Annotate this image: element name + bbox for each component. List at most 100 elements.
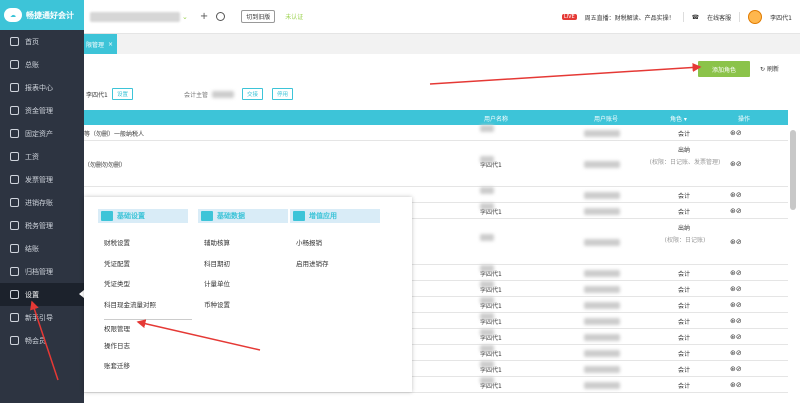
inventory-icon (10, 198, 19, 207)
row-role: 会计 (677, 367, 690, 374)
popup-menu-item[interactable]: 科目期初 (204, 258, 230, 268)
tab-strip: 限管理 × (84, 34, 800, 54)
disable-icon[interactable]: ⊘ (736, 317, 742, 325)
logo-cloud-icon: ☁ (4, 8, 22, 22)
disable-icon[interactable]: ⊘ (736, 365, 742, 373)
live-announcement[interactable]: 周五直播：财税解读、产品实操！ (585, 13, 675, 22)
plus-icon[interactable]: + (200, 11, 208, 22)
sidebar-item-asset[interactable]: 固定资产 (0, 122, 84, 145)
disable-icon[interactable]: ⊘ (736, 301, 742, 309)
disable-icon[interactable]: ⊘ (736, 191, 742, 199)
table-row: 等（勿删）一般纳税人 会计 ⊛⊘ (84, 125, 788, 141)
app-logo[interactable]: ☁ 畅捷通好会计 (0, 0, 84, 30)
divider (739, 12, 741, 22)
user-account-redacted (584, 270, 620, 277)
popup-menu-item[interactable]: 凭证配置 (104, 258, 130, 268)
row-actions: ⊛⊘ (730, 317, 750, 325)
sidebar-item-label: 畅会员 (25, 336, 46, 345)
table-row: （勿删勿勿删） 李四代1 出纳 (权限：日记账、发票管理) ⊛⊘ (84, 141, 788, 187)
user-account-redacted (584, 350, 620, 357)
sidebar-item-label: 进销存账 (25, 198, 53, 207)
row-actions: ⊛⊘ (730, 160, 750, 168)
user-name-redacted (480, 377, 494, 384)
disable-icon[interactable]: ⊘ (736, 129, 742, 137)
sidebar-item-gear[interactable]: 设置 (0, 283, 84, 306)
set-button[interactable]: 设置 (112, 88, 134, 100)
verification-status[interactable]: 未认证 (285, 12, 303, 21)
close-icon (10, 244, 19, 253)
settings-gear-icon[interactable] (216, 12, 226, 21)
avatar[interactable] (748, 10, 763, 24)
row-actions: ⊛⊘ (730, 381, 750, 389)
sidebar-item-ledger[interactable]: 总账 (0, 53, 84, 76)
settings-popup-menu: 基础设置财税设置凭证配置凭证类型科目现金流量对照权限管理操作日志账套迁移 基础数据… (84, 197, 412, 392)
popup-menu-item[interactable]: 财税设置 (104, 237, 130, 247)
section-title: 基础设置 (117, 212, 145, 220)
sidebar-item-salary[interactable]: 工资 (0, 145, 84, 168)
col-role-label: 角色 (670, 116, 683, 123)
sidebar-item-fund[interactable]: 资金管理 (0, 99, 84, 122)
sidebar-item-invoice[interactable]: 发票管理 (0, 168, 84, 191)
disable-icon[interactable]: ⊘ (736, 381, 742, 389)
popup-menu-item[interactable]: 凭证类型 (104, 278, 130, 288)
sidebar-item-inventory[interactable]: 进销存账 (0, 191, 84, 214)
sidebar-item-label: 新手引导 (25, 313, 53, 322)
sidebar-item-archive[interactable]: 归档管理 (0, 260, 84, 283)
popup-menu-item[interactable]: 启用进销存 (296, 258, 329, 268)
row-actions: ⊛⊘ (730, 285, 750, 293)
popup-menu-item[interactable]: 科目现金流量对照 (104, 299, 156, 309)
vertical-scrollbar[interactable] (790, 130, 796, 210)
handover-button[interactable]: 交接 (242, 88, 264, 100)
company-selector[interactable] (90, 11, 180, 22)
sidebar-item-vip[interactable]: 畅会员 (0, 329, 84, 352)
user-name-redacted (480, 281, 494, 288)
admin-name: 李四代1 (86, 92, 108, 99)
salary-icon (10, 152, 19, 161)
row-actions: ⊛⊘ (730, 365, 750, 373)
sidebar-item-label: 总账 (25, 60, 39, 69)
user-name-redacted (480, 187, 494, 194)
popup-menu-item[interactable]: 计量单位 (204, 278, 230, 288)
row-role: 会计 (677, 209, 690, 216)
disable-icon[interactable]: ⊘ (736, 160, 742, 168)
refresh-button[interactable]: ↻ 刷新 (760, 64, 779, 73)
asset-icon (10, 129, 19, 138)
user-name-redacted (480, 234, 494, 241)
disable-icon[interactable]: ⊘ (736, 269, 742, 277)
popup-menu-item[interactable]: 币种设置 (204, 299, 230, 309)
table-header: 用户名称 用户账号 角色 ▾ 操作 (84, 110, 788, 125)
disable-icon[interactable]: ⊘ (736, 238, 742, 246)
col-user-name: 用户名称 (484, 116, 509, 123)
sidebar-item-home[interactable]: 首页 (0, 30, 84, 53)
sidebar-item-tax[interactable]: 税务管理 (0, 214, 84, 237)
tab-permission-management[interactable]: 限管理 × (84, 34, 118, 54)
disable-icon[interactable]: ⊘ (736, 333, 742, 341)
online-support-link[interactable]: 在线客服 (707, 13, 731, 22)
popup-menu-item[interactable]: 权限管理 (104, 319, 192, 333)
popup-menu-item[interactable]: 操作日志 (104, 340, 130, 350)
popup-menu-item[interactable]: 账套迁移 (104, 360, 130, 370)
divider (682, 12, 684, 22)
switch-old-version-button[interactable]: 切到旧版 (241, 10, 276, 23)
user-name-redacted (480, 265, 494, 272)
user-name[interactable]: 李四代1 (770, 13, 792, 22)
disable-icon[interactable]: ⊘ (736, 207, 742, 215)
section-title: 基础数据 (217, 212, 245, 220)
add-role-button[interactable]: 添加角色 (698, 61, 750, 77)
user-account-redacted (584, 318, 620, 325)
live-badge: LIVE (561, 14, 577, 20)
row-actions: ⊛⊘ (730, 301, 750, 309)
sidebar-item-close[interactable]: 结账 (0, 237, 84, 260)
popup-menu-item[interactable]: 辅助核算 (204, 237, 230, 247)
disable-icon[interactable]: ⊘ (736, 349, 742, 357)
col-role[interactable]: 角色 ▾ (670, 114, 687, 123)
disable-icon[interactable]: ⊘ (736, 285, 742, 293)
section-header-0: 基础设置 (98, 209, 188, 223)
close-icon[interactable]: × (108, 41, 113, 48)
popup-menu-item[interactable]: 小畅报销 (296, 237, 322, 247)
section-header-2: 增值应用 (290, 209, 380, 223)
chevron-down-icon[interactable]: ⌄ (182, 13, 188, 21)
sidebar-item-guide[interactable]: 新手引导 (0, 306, 84, 329)
disable-button[interactable]: 停用 (272, 88, 294, 100)
sidebar-item-report[interactable]: 报表中心 (0, 76, 84, 99)
